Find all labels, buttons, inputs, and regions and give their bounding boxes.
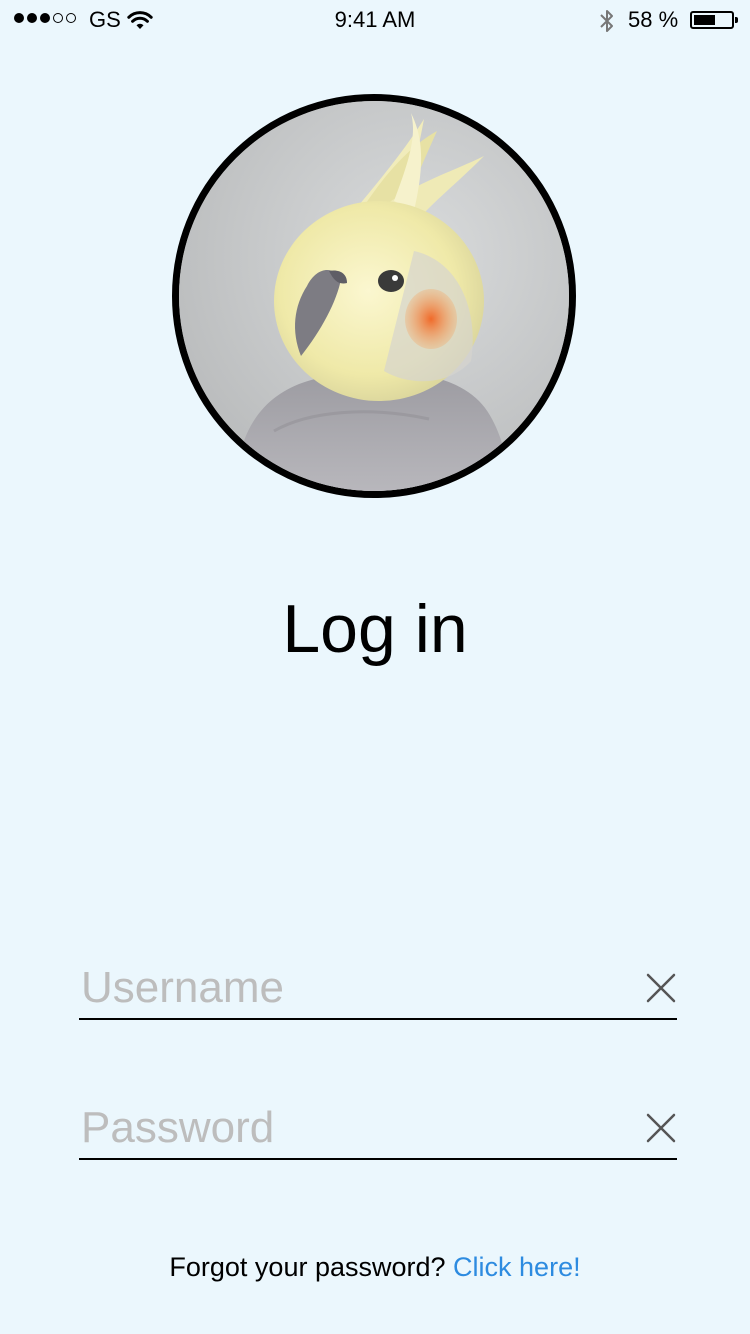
page-title: Log in: [282, 591, 468, 667]
password-input[interactable]: [81, 1102, 621, 1154]
bluetooth-icon: [598, 8, 616, 39]
forgot-password-text: Forgot your password?: [169, 1252, 446, 1282]
cockatiel-photo: [179, 101, 569, 491]
forgot-password-link[interactable]: Click here!: [453, 1252, 581, 1282]
username-field: [79, 962, 677, 1020]
forgot-password-row: Forgot your password? Click here!: [0, 1252, 750, 1283]
clear-icon[interactable]: [645, 972, 677, 1004]
battery-nub: [735, 17, 738, 23]
password-field: [79, 1102, 677, 1160]
username-input[interactable]: [81, 962, 621, 1014]
profile-avatar[interactable]: [172, 94, 576, 498]
battery-level-fill: [694, 15, 715, 25]
battery-percentage: 58 %: [628, 7, 679, 32]
clear-icon[interactable]: [645, 1112, 677, 1144]
battery-icon: [690, 11, 738, 29]
status-bar: GS 9:41 AM 58 %: [0, 0, 750, 40]
